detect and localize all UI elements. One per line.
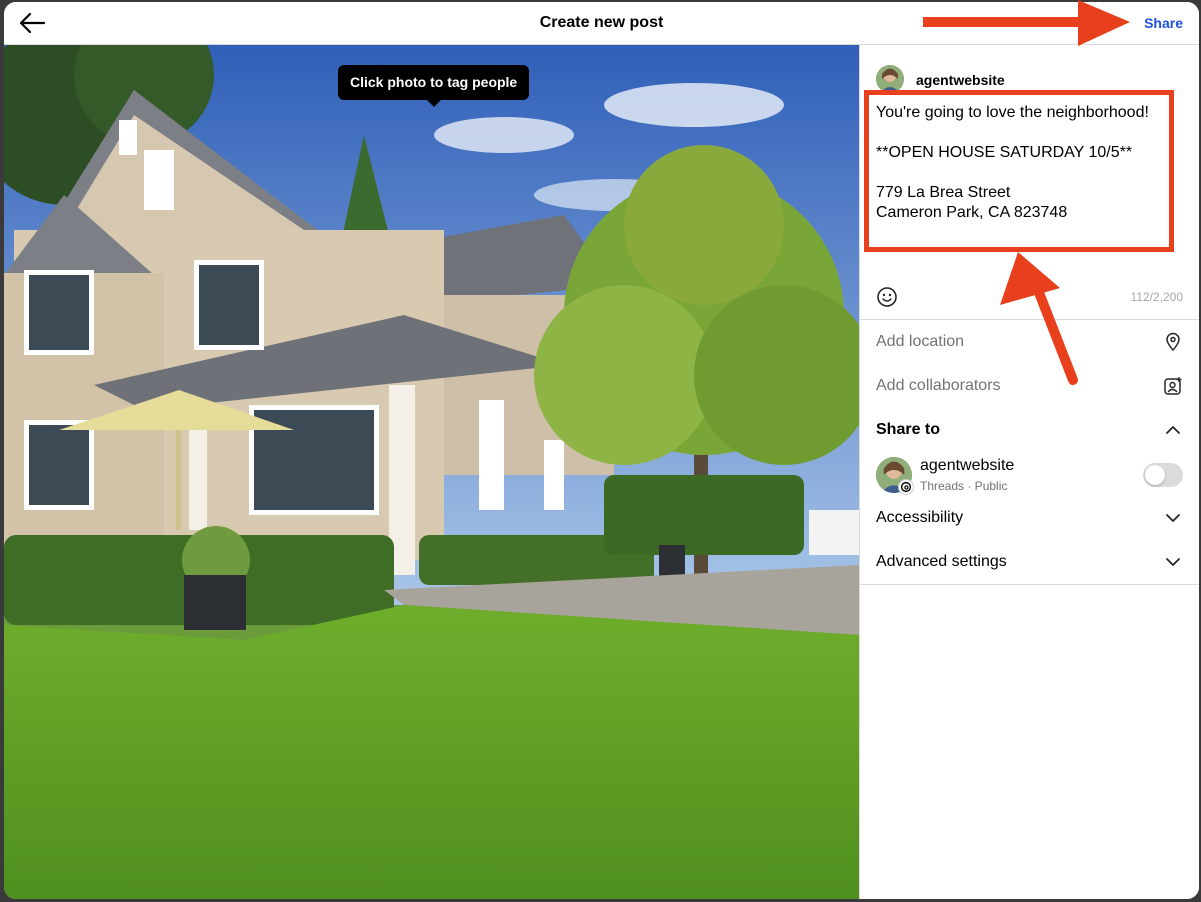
share-to-label: Share to — [876, 421, 941, 438]
add-location-label: Add location — [876, 333, 965, 350]
location-pin-icon — [1166, 332, 1180, 352]
advanced-settings-row[interactable]: Advanced settings — [860, 540, 1199, 584]
accessibility-label: Accessibility — [876, 509, 964, 526]
toggle-knob — [1145, 465, 1165, 485]
add-collaborators-label: Add collaborators — [876, 377, 1001, 394]
threads-share-account: agentwebsite Threads · Public — [860, 457, 1199, 501]
advanced-settings-label: Advanced settings — [876, 553, 1007, 570]
chevron-down-icon — [1166, 558, 1180, 566]
caption-input[interactable]: You're going to love the neighborhood! *… — [876, 103, 1176, 251]
share-account-name: agentwebsite — [920, 457, 1015, 474]
add-collaborators-row[interactable]: Add collaborators — [860, 364, 1199, 408]
author-username: agentwebsite — [916, 72, 1005, 88]
create-post-modal: Create new post Share Click photo to tag… — [4, 2, 1199, 899]
threads-share-toggle[interactable] — [1143, 463, 1183, 487]
avatar — [876, 65, 904, 93]
accessibility-row[interactable]: Accessibility — [860, 496, 1199, 540]
add-location-row[interactable]: Add location — [860, 320, 1199, 364]
modal-header: Create new post Share — [4, 2, 1199, 45]
post-photo[interactable]: Click photo to tag people — [4, 45, 859, 899]
add-collaborator-icon — [1164, 377, 1182, 395]
emoji-icon[interactable] — [876, 286, 898, 308]
tag-people-tooltip: Click photo to tag people — [338, 65, 530, 107]
chevron-up-icon — [1166, 426, 1180, 434]
page-title: Create new post — [539, 14, 664, 31]
threads-icon — [898, 479, 914, 495]
share-account-subtitle: Threads · Public — [920, 479, 1008, 493]
chevron-down-icon — [1166, 514, 1180, 522]
divider — [860, 584, 1199, 585]
character-counter: 112/2,200 — [1130, 290, 1184, 304]
house-photo-image — [4, 45, 859, 899]
share-to-header[interactable]: Share to — [860, 408, 1199, 452]
share-button[interactable]: Share — [1144, 15, 1183, 31]
caption-panel: agentwebsite You're going to love the ne… — [859, 45, 1199, 899]
